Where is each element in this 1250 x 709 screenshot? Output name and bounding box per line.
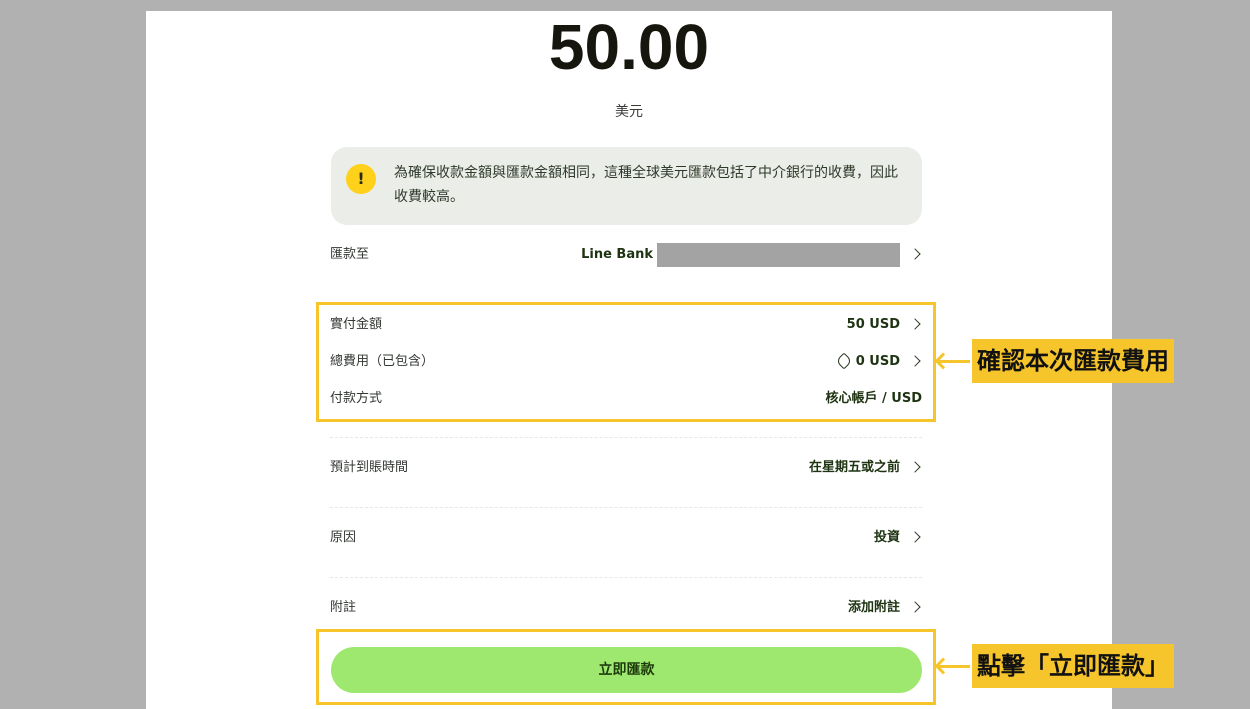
fees-callout: 確認本次匯款費用 [972, 339, 1174, 383]
divider [330, 507, 922, 508]
chevron-right-icon [909, 461, 921, 473]
arrow-left-icon [938, 360, 970, 363]
submit-highlight-box [316, 629, 936, 705]
chevron-right-icon [909, 248, 921, 260]
reason-label: 原因 [330, 530, 357, 545]
note-label: 附註 [330, 600, 357, 615]
fee-notice-text: 為確保收款金額與匯款金額相同，這種全球美元匯款包括了中介銀行的收費，因此收費較高… [394, 165, 898, 205]
chevron-right-icon [909, 531, 921, 543]
exclamation-icon: ! [346, 164, 376, 194]
redacted-account [657, 243, 900, 267]
recipient-bank-name: Line Bank [581, 247, 653, 262]
divider [330, 437, 922, 438]
fees-highlight-box [316, 302, 936, 422]
recipient-label: 匯款至 [330, 247, 370, 262]
arrival-row[interactable]: 預計到賬時間 在星期五或之前 [330, 456, 922, 480]
arrival-label: 預計到賬時間 [330, 460, 409, 475]
arrow-left-icon [938, 665, 970, 668]
divider [330, 577, 922, 578]
arrival-value: 在星期五或之前 [808, 460, 900, 475]
chevron-right-icon [909, 601, 921, 613]
note-row[interactable]: 附註 添加附註 [330, 596, 922, 620]
recipient-value: Line Bank [581, 243, 900, 267]
add-note-link[interactable]: 添加附註 [848, 596, 900, 620]
reason-row[interactable]: 原因 投資 [330, 526, 922, 550]
currency-label: 美元 [615, 104, 643, 120]
submit-callout: 點擊「立即匯款」 [972, 644, 1174, 688]
reason-value: 投資 [873, 530, 900, 545]
transfer-amount: 50.00 [548, 11, 710, 83]
fee-notice: ! 為確保收款金額與匯款金額相同，這種全球美元匯款包括了中介銀行的收費，因此收費… [331, 147, 922, 225]
recipient-row[interactable]: 匯款至 Line Bank [330, 243, 922, 267]
